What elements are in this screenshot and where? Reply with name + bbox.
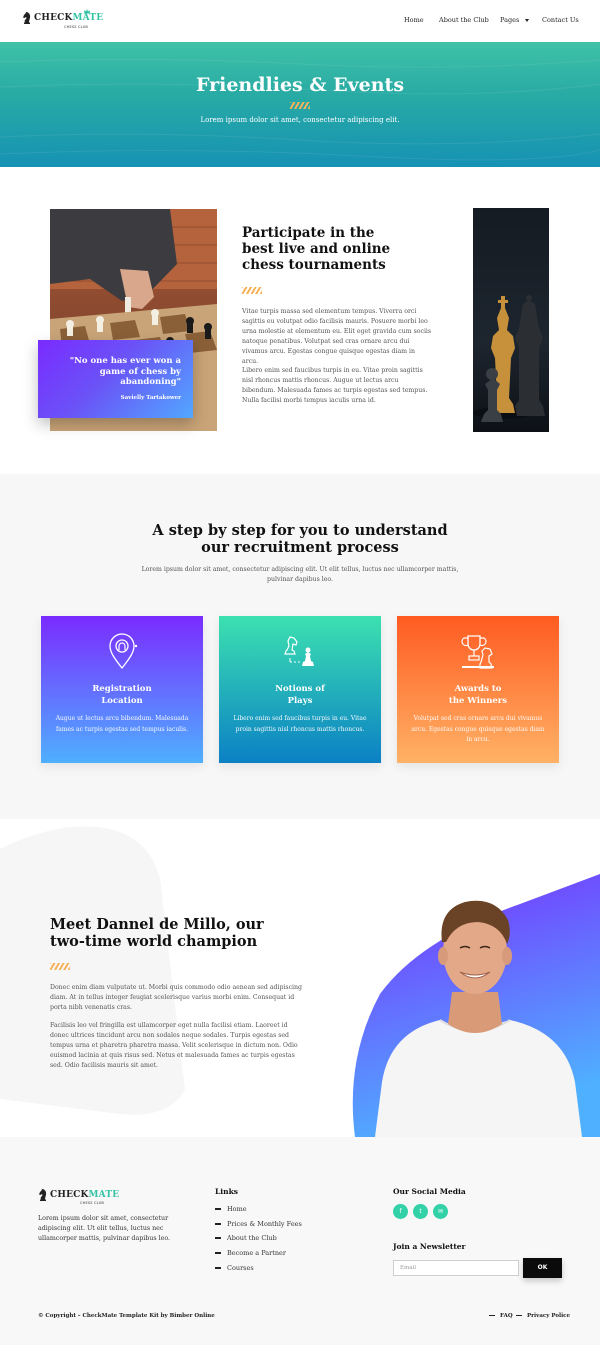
card-text: Augue ut lectus arcu bibendum. Malesuada… bbox=[55, 715, 189, 733]
card-title-line1: Notions of bbox=[275, 684, 325, 694]
footer-link-label: About the Club bbox=[227, 1234, 277, 1242]
card-title-line1: Registration bbox=[92, 684, 152, 694]
footer-bottom-link-faq[interactable]: FAQ bbox=[489, 1313, 513, 1319]
quote-author: Savielly Tartakower bbox=[120, 395, 181, 401]
footer-logo[interactable]: CHECKMATE bbox=[38, 1188, 119, 1202]
step-card-registration[interactable]: Registration Location Augue ut lectus ar… bbox=[41, 616, 203, 763]
dash-icon bbox=[215, 1267, 221, 1269]
facebook-icon[interactable]: f bbox=[393, 1204, 408, 1219]
footer-link-label: Courses bbox=[227, 1264, 254, 1272]
location-pin-icon bbox=[109, 633, 138, 670]
social-heading: Our Social Media bbox=[393, 1187, 466, 1196]
logo-word-mate: MATE bbox=[88, 1189, 120, 1200]
logo-tagline: CHESS CLUB bbox=[64, 25, 89, 29]
footer-link-about[interactable]: About the Club bbox=[215, 1234, 277, 1242]
bottom-link-label: Privacy Police bbox=[527, 1313, 571, 1319]
footer-logo-tagline: CHESS CLUB bbox=[80, 1201, 105, 1205]
footer-bottom-link-privacy[interactable]: Privacy Police bbox=[516, 1313, 570, 1319]
hero-title: Friendlies & Events bbox=[195, 74, 405, 96]
newsletter-email-input[interactable]: Email bbox=[393, 1260, 519, 1276]
trophy-icon bbox=[461, 635, 494, 669]
champion-heading: Meet Dannel de Millo, our two-time world… bbox=[50, 916, 264, 950]
steps-subtitle: Lorem ipsum dolor sit amet, consectetur … bbox=[141, 566, 459, 583]
footer-links-heading: Links bbox=[215, 1187, 238, 1196]
newsletter-submit-button[interactable]: OK bbox=[523, 1258, 562, 1278]
footer-link-home[interactable]: Home bbox=[215, 1205, 247, 1213]
copyright-text: © Copyright – CheckMate Template Kit by … bbox=[38, 1313, 215, 1319]
card-text: Volutpat sed cras ornare arcu dui vivamu… bbox=[411, 715, 545, 743]
logo-word-check: CHECK bbox=[34, 12, 73, 23]
card-title-line2: Location bbox=[101, 696, 143, 706]
dash-icon bbox=[215, 1237, 221, 1239]
site-logo[interactable]: CHECKMATE bbox=[22, 9, 104, 25]
intro-heading: Participate in the best live and online … bbox=[242, 225, 391, 273]
champion-paragraph-1: Donec enim diam vulputate ut. Morbi quis… bbox=[50, 984, 302, 1011]
step-card-awards[interactable]: Awards to the Winners Volutpat sed cras … bbox=[397, 616, 559, 763]
footer-link-prices[interactable]: Prices & Monthly Fees bbox=[215, 1220, 302, 1228]
logo-word-check: CHECK bbox=[50, 1189, 89, 1200]
footer-link-label: Become a Partner bbox=[227, 1249, 287, 1257]
footer-link-courses[interactable]: Courses bbox=[215, 1264, 254, 1272]
dash-icon bbox=[215, 1252, 221, 1254]
champion-paragraph-2: Facilisis leo vel fringilla est ullamcor… bbox=[50, 1022, 298, 1069]
hero-banner: Friendlies & Events Lorem ipsum dolor si… bbox=[0, 42, 600, 167]
step-card-plays[interactable]: Notions of Plays Libero enim sed faucibu… bbox=[219, 616, 381, 763]
caret-down-icon bbox=[525, 18, 530, 22]
card-text: Libero enim sed faucibus turpis in eu. V… bbox=[233, 715, 367, 733]
quote-text: "No one has ever won a game of chess by … bbox=[69, 356, 181, 387]
card-title-line1: Awards to bbox=[454, 684, 502, 694]
card-title-line2: Plays bbox=[287, 696, 313, 706]
dash-icon bbox=[489, 1314, 495, 1317]
intro-paragraph-1: Vitae turpis massa sed elementum tempus.… bbox=[242, 308, 432, 365]
nav-contact[interactable]: Contact Us bbox=[542, 16, 579, 24]
logo-word-mate: MATE bbox=[72, 12, 104, 23]
hero-stripes-divider bbox=[290, 102, 310, 109]
footer-link-partner[interactable]: Become a Partner bbox=[215, 1249, 286, 1257]
dash-icon bbox=[215, 1223, 221, 1225]
nav-home[interactable]: Home bbox=[404, 16, 424, 24]
knight-logo-icon bbox=[23, 12, 31, 24]
nav-pages-label: Pages bbox=[500, 16, 520, 24]
footer-link-label: Prices & Monthly Fees bbox=[227, 1220, 302, 1228]
knight-logo-icon bbox=[39, 1189, 47, 1201]
dash-icon bbox=[215, 1208, 221, 1210]
champion-portrait bbox=[375, 900, 582, 1137]
footer-about-text: Lorem ipsum dolor sit amet, consectetur … bbox=[38, 1215, 171, 1242]
nav-pages[interactable]: Pages bbox=[500, 16, 530, 24]
card-title-line2: the Winners bbox=[448, 696, 508, 706]
crown-icon bbox=[84, 9, 90, 14]
newsletter-heading: Join a Newsletter bbox=[393, 1242, 466, 1251]
intro-paragraph-2: Libero enim sed faucibus turpis in eu. V… bbox=[242, 367, 428, 404]
quote-card: "No one has ever won a game of chess by … bbox=[38, 340, 193, 418]
steps-heading: A step by step for you to understand our… bbox=[152, 522, 448, 556]
dash-icon bbox=[516, 1314, 522, 1317]
email-icon[interactable]: ✉ bbox=[433, 1204, 448, 1219]
hero-subtitle: Lorem ipsum dolor sit amet, consectetur … bbox=[200, 116, 400, 124]
twitter-icon[interactable]: t bbox=[413, 1204, 428, 1219]
chess-pieces-icon bbox=[284, 636, 314, 666]
site-header: CHECKMATE CHESS CLUB Home About the Club… bbox=[0, 0, 600, 42]
footer-link-label: Home bbox=[227, 1205, 247, 1213]
champion-stripes-divider bbox=[50, 963, 70, 970]
bottom-link-label: FAQ bbox=[500, 1313, 513, 1319]
intro-stripes-divider bbox=[242, 287, 262, 294]
nav-about[interactable]: About the Club bbox=[439, 16, 489, 24]
chess-pieces-photo bbox=[473, 208, 549, 432]
